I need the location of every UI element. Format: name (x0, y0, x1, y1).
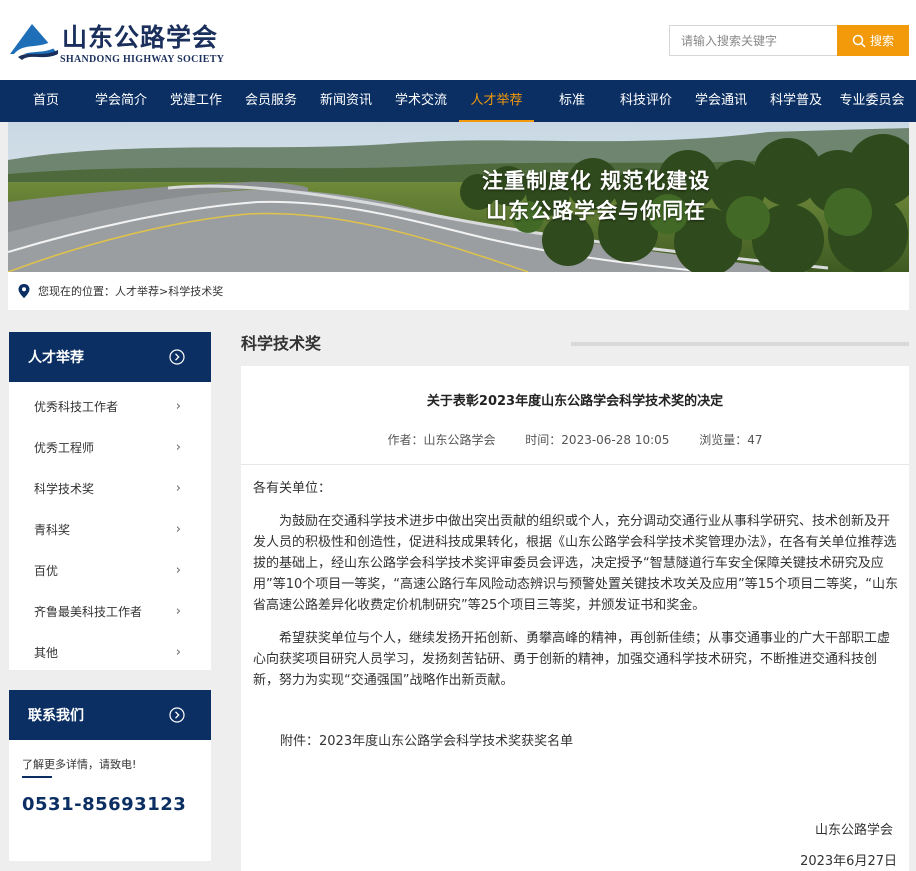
nav-item-home[interactable]: 首页 (22, 80, 70, 122)
sidebar-item-label: 优秀工程师 (34, 441, 95, 455)
section-title: 科学技术奖 (241, 334, 322, 353)
contact-note: 了解更多详情，请致电! (22, 758, 137, 771)
article-signature-date: 2023年6月27日 (800, 854, 897, 869)
nav-item-members[interactable]: 会员服务 (241, 80, 301, 122)
sidebar-item-label: 百优 (34, 564, 59, 578)
article-paragraph-2: 希望获奖单位与个人，继续发扬开拓创新、勇攀高峰的精神，再创新佳绩；从事交通事业的… (253, 631, 891, 688)
breadcrumb-link-talent[interactable]: 人才举荐 (115, 283, 159, 299)
search-icon (852, 34, 866, 48)
nav-item-academic[interactable]: 学术交流 (391, 80, 451, 122)
chevron-right-icon: › (175, 604, 181, 619)
contact-phone[interactable]: 0531-85693123 (22, 794, 186, 815)
article-greeting: 各有关单位： (253, 481, 332, 496)
sidebar-item-science-award[interactable]: 科学技术奖 › (9, 468, 211, 509)
article-paragraph-1: 为鼓励在交通科学技术进步中做出突出贡献的组织或个人，充分调动交通行业从事科学研究… (253, 514, 899, 613)
sidebar-header: 人才举荐 (9, 332, 211, 382)
hero-banner: 注重制度化 规范化建设 山东公路学会与你同在 (8, 122, 909, 272)
banner-landscape-image (8, 122, 909, 272)
article-views: 浏览量：47 (699, 433, 763, 447)
nav-item-talent[interactable]: 人才举荐 (459, 80, 534, 122)
search-button-label: 搜索 (869, 34, 894, 48)
nav-item-news[interactable]: 新闻资讯 (316, 80, 376, 122)
nav-item-science[interactable]: 科学普及 (766, 80, 826, 122)
nav-item-party[interactable]: 党建工作 (166, 80, 226, 122)
sidebar-list: 优秀科技工作者 › 优秀工程师 › 科学技术奖 › 青科奖 › 百优 › 齐鲁最美科技工作… (9, 382, 211, 673)
circle-chevron-right-icon (169, 349, 185, 365)
banner-slogan: 注重制度化 规范化建设 山东公路学会与你同在 (482, 166, 710, 226)
chevron-right-icon: › (175, 399, 181, 414)
sidebar-item-label: 科学技术奖 (34, 482, 95, 496)
banner-slogan-line1: 注重制度化 规范化建设 (482, 169, 711, 193)
chevron-right-icon: › (175, 522, 181, 537)
sidebar-item-label: 优秀科技工作者 (34, 400, 119, 414)
article-attachment-link[interactable]: 附件：2023年度山东公路学会科学技术奖获奖名单 (253, 731, 899, 752)
logo-chinese-name: 山东公路学会 (62, 23, 219, 52)
article-author: 作者：山东公路学会 (387, 433, 496, 447)
chevron-right-icon: › (175, 563, 181, 578)
contact-title: 联系我们 (28, 708, 84, 724)
contact-divider (22, 776, 52, 778)
breadcrumb-separator: > (159, 284, 169, 298)
nav-item-standards[interactable]: 标准 (552, 80, 592, 122)
sidebar-item-label: 其他 (34, 646, 59, 660)
logo-road-icon (10, 24, 58, 60)
article-signature-org: 山东公路学会 (814, 823, 893, 838)
article-title: 关于表彰2023年度山东公路学会科学技术奖的决定 (426, 394, 724, 409)
sidebar-item-other[interactable]: 其他 › (9, 632, 211, 673)
nav-item-evaluation[interactable]: 科技评价 (616, 80, 676, 122)
sidebar-item-youth-award[interactable]: 青科奖 › (9, 509, 211, 550)
site-header: 山东公路学会 SHANDONG HIGHWAY SOCIETY 搜索 (0, 0, 916, 80)
main-nav: 首页 学会简介 党建工作 会员服务 新闻资讯 学术交流 人才举荐 标准 科技评价… (0, 80, 916, 122)
article-body: 各有关单位： 为鼓励在交通科学技术进步中做出突出贡献的组织或个人，充分调动交通行… (253, 478, 899, 752)
chevron-right-icon: › (175, 645, 181, 660)
article-panel: 关于表彰2023年度山东公路学会科学技术奖的决定 作者：山东公路学会 时间：20… (241, 366, 909, 871)
sidebar-item-outstanding-tech-worker[interactable]: 优秀科技工作者 › (9, 386, 211, 427)
sidebar-item-label: 齐鲁最美科技工作者 (34, 605, 143, 619)
banner-slogan-line2: 山东公路学会与你同在 (486, 199, 707, 223)
circle-chevron-right-icon (169, 707, 185, 723)
search-input[interactable] (669, 25, 837, 56)
article-meta: 作者：山东公路学会 时间：2023-06-28 10:05 浏览量：47 (241, 431, 909, 448)
nav-item-committees[interactable]: 专业委员会 (836, 80, 908, 122)
chevron-right-icon: › (175, 440, 181, 455)
sidebar-item-outstanding-engineer[interactable]: 优秀工程师 › (9, 427, 211, 468)
section-title-rule (571, 342, 909, 346)
contact-header: 联系我们 (9, 690, 211, 740)
location-pin-icon (18, 284, 30, 298)
breadcrumb-prefix: 您现在的位置： (38, 285, 115, 298)
article-time: 时间：2023-06-28 10:05 (525, 433, 670, 447)
breadcrumb-current[interactable]: 科学技术奖 (168, 283, 223, 299)
site-logo[interactable]: 山东公路学会 SHANDONG HIGHWAY SOCIETY (8, 18, 224, 68)
sidebar-title: 人才举荐 (28, 350, 84, 366)
article-divider (241, 464, 909, 465)
sidebar-category-panel: 人才举荐 优秀科技工作者 › 优秀工程师 › 科学技术奖 › 青科奖 › 百优 › 齐鲁最… (9, 332, 211, 670)
search-button[interactable]: 搜索 (837, 25, 909, 56)
nav-item-newsletter[interactable]: 学会通讯 (691, 80, 751, 122)
nav-item-about[interactable]: 学会简介 (91, 80, 151, 122)
sidebar-item-label: 青科奖 (34, 523, 71, 537)
sidebar-item-baiyou[interactable]: 百优 › (9, 550, 211, 591)
chevron-right-icon: › (175, 481, 181, 496)
breadcrumb: 您现在的位置： 人才举荐 > 科学技术奖 (8, 272, 909, 310)
logo-english-name: SHANDONG HIGHWAY SOCIETY (60, 54, 225, 65)
sidebar-item-qilu-tech-worker[interactable]: 齐鲁最美科技工作者 › (9, 591, 211, 632)
sidebar-contact-panel: 联系我们 了解更多详情，请致电! 0531-85693123 (9, 690, 211, 861)
